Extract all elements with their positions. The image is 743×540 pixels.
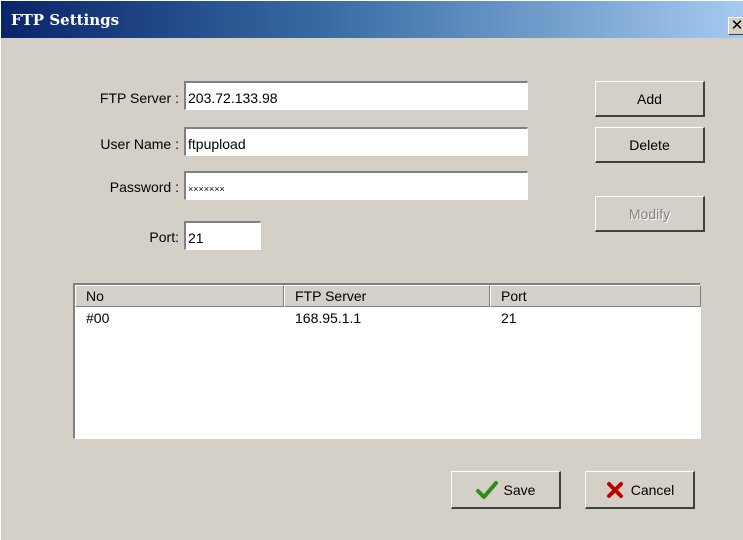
ftp-settings-dialog: FTP Settings ✕ FTP Server : User Name : … bbox=[0, 0, 743, 540]
close-button[interactable]: ✕ bbox=[728, 17, 743, 35]
save-button[interactable]: Save bbox=[451, 471, 561, 509]
modify-button[interactable]: Modify bbox=[595, 196, 705, 232]
column-header-no[interactable]: No bbox=[75, 285, 284, 307]
column-header-port[interactable]: Port bbox=[490, 285, 701, 307]
list-header: No FTP Server Port bbox=[75, 285, 701, 307]
window-title: FTP Settings bbox=[11, 11, 120, 29]
add-button[interactable]: Add bbox=[595, 81, 705, 117]
close-icon: ✕ bbox=[730, 16, 743, 34]
x-mark-icon bbox=[606, 481, 623, 498]
row-port: 21 bbox=[501, 310, 517, 326]
cancel-button[interactable]: Cancel bbox=[585, 471, 695, 509]
row-no: #00 bbox=[86, 310, 110, 326]
ftp-server-label: FTP Server : bbox=[99, 90, 179, 106]
delete-button[interactable]: Delete bbox=[595, 127, 705, 163]
user-name-label: User Name : bbox=[100, 136, 179, 152]
title-bar[interactable]: FTP Settings ✕ bbox=[1, 1, 743, 38]
list-row[interactable]: #00 168.95.1.1 21 bbox=[75, 309, 701, 329]
check-icon bbox=[475, 480, 498, 499]
ftp-server-list[interactable]: No FTP Server Port #00 168.95.1.1 21 bbox=[73, 283, 701, 439]
delete-button-label: Delete bbox=[629, 136, 670, 153]
row-ftp-server: 168.95.1.1 bbox=[295, 310, 362, 326]
cancel-button-label: Cancel bbox=[630, 481, 675, 498]
password-input[interactable] bbox=[184, 171, 528, 200]
password-label: Password : bbox=[109, 179, 179, 195]
user-name-input[interactable] bbox=[184, 127, 528, 156]
ftp-server-input[interactable] bbox=[184, 81, 528, 110]
port-input[interactable] bbox=[184, 221, 261, 250]
save-button-label: Save bbox=[503, 481, 536, 498]
port-label: Port: bbox=[149, 229, 179, 245]
modify-button-label: Modify bbox=[628, 205, 671, 222]
add-button-label: Add bbox=[637, 90, 662, 107]
column-header-ftp-server[interactable]: FTP Server bbox=[284, 285, 490, 307]
